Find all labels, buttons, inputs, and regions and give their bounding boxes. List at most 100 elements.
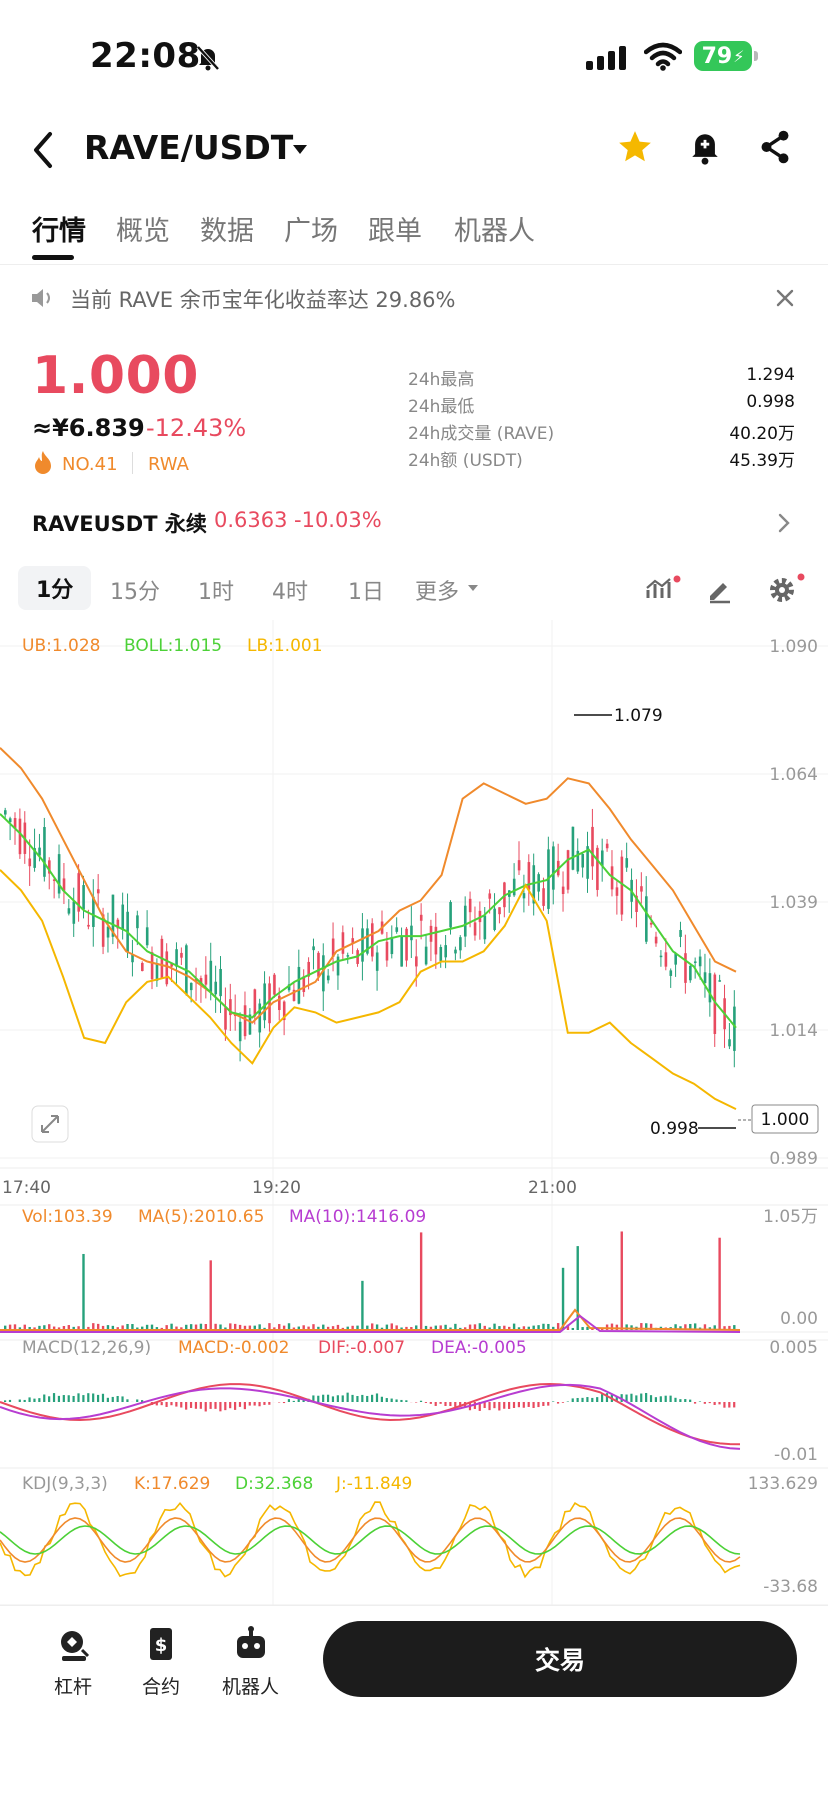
macd-histogram-bar bbox=[415, 1402, 418, 1403]
macd-histogram-bar bbox=[556, 1402, 560, 1404]
contract-icon[interactable]: $ bbox=[146, 1626, 178, 1664]
tab-data[interactable]: 数据 bbox=[200, 209, 254, 248]
candle-body bbox=[444, 945, 447, 958]
back-arrow-icon[interactable] bbox=[28, 130, 58, 170]
candle-body bbox=[297, 966, 301, 1004]
macd-histogram-bar bbox=[640, 1393, 643, 1402]
macd-histogram-bar bbox=[596, 1397, 599, 1402]
macd-histogram-bar bbox=[233, 1402, 237, 1410]
macd-histogram-bar bbox=[317, 1395, 320, 1402]
timeframe-4h[interactable]: 4时 bbox=[272, 574, 308, 606]
candle-body bbox=[214, 981, 218, 995]
macd-histogram-bar bbox=[718, 1402, 721, 1405]
macd-histogram-bar bbox=[728, 1402, 731, 1408]
tab-overview[interactable]: 概览 bbox=[116, 209, 170, 248]
candle-body bbox=[317, 952, 320, 977]
candle-body bbox=[136, 915, 139, 929]
timeframe-1d[interactable]: 1日 bbox=[348, 574, 384, 606]
price-alert-bell-icon[interactable] bbox=[688, 128, 722, 166]
candle-body bbox=[640, 886, 643, 892]
candle-body bbox=[219, 968, 222, 997]
draw-tool-icon[interactable] bbox=[706, 576, 734, 604]
macd-histogram-bar bbox=[419, 1400, 423, 1402]
candle-body bbox=[581, 854, 585, 868]
macd-histogram-bar bbox=[547, 1402, 550, 1406]
announcement-bar[interactable]: 当前 RAVE 余币宝年化收益率达 29.86% bbox=[0, 266, 828, 330]
stat-value-high: 1.294 bbox=[746, 365, 795, 385]
timeframe-1h[interactable]: 1时 bbox=[198, 574, 234, 606]
candle-body bbox=[336, 956, 340, 976]
status-time: 22:08 bbox=[90, 36, 201, 76]
time-tick-1: 17:40 bbox=[2, 1178, 51, 1198]
candle-body bbox=[669, 970, 673, 976]
silent-bell-icon bbox=[196, 45, 220, 71]
chevron-right-icon[interactable] bbox=[776, 512, 792, 534]
pair-title[interactable]: RAVE/USDT bbox=[84, 128, 293, 167]
macd-histogram-bar bbox=[703, 1402, 706, 1404]
macd-histogram-bar bbox=[537, 1402, 540, 1408]
timeframe-15m[interactable]: 15分 bbox=[110, 574, 160, 606]
legend-j: J:-11.849 bbox=[335, 1474, 412, 1494]
volume-bar bbox=[581, 1327, 584, 1330]
leverage-icon[interactable] bbox=[56, 1628, 92, 1664]
candle-body bbox=[326, 975, 330, 981]
caret-down-icon[interactable] bbox=[290, 142, 310, 158]
favorite-star-icon[interactable] bbox=[616, 128, 654, 166]
candle-body bbox=[150, 952, 154, 980]
cellular-signal-icon bbox=[586, 46, 626, 70]
candle-body bbox=[395, 927, 399, 932]
bot-label[interactable]: 机器人 bbox=[222, 1672, 279, 1699]
macd-histogram-bar bbox=[522, 1402, 525, 1408]
macd-histogram-bar bbox=[209, 1402, 212, 1409]
perpetual-name[interactable]: RAVEUSDT 永续 bbox=[32, 508, 207, 538]
candle-body bbox=[689, 965, 692, 981]
stat-label-low: 24h最低 bbox=[408, 397, 475, 417]
candle-body bbox=[424, 946, 428, 965]
perpetual-price: 0.6363 bbox=[214, 508, 288, 532]
tab-copy-trading[interactable]: 跟单 bbox=[368, 209, 422, 248]
sector-tag[interactable]: RWA bbox=[148, 454, 189, 475]
macd-histogram-bar bbox=[258, 1402, 261, 1407]
settings-gear-icon[interactable] bbox=[766, 572, 806, 606]
macd-histogram-bar bbox=[287, 1399, 291, 1402]
svg-text:$: $ bbox=[155, 1635, 168, 1656]
wifi-icon bbox=[644, 42, 682, 71]
candle-body bbox=[18, 818, 22, 855]
candle-body bbox=[155, 963, 159, 981]
kline-chart[interactable]: UB:1.028 BOLL:1.015 LB:1.001 1.090 1.064… bbox=[0, 620, 828, 1605]
macd-histogram-bar bbox=[326, 1394, 330, 1402]
candle-body bbox=[121, 904, 125, 930]
announcement-text: 当前 RAVE 余币宝年化收益率达 29.86% bbox=[70, 288, 456, 312]
leverage-label[interactable]: 杠杆 bbox=[54, 1672, 92, 1699]
trade-button[interactable]: 交易 bbox=[323, 1621, 797, 1697]
macd-histogram-bar bbox=[429, 1402, 432, 1404]
pair-header: RAVE/USDT bbox=[0, 110, 828, 195]
close-icon[interactable] bbox=[774, 287, 796, 309]
timeframe-1m[interactable]: 1分 bbox=[18, 566, 92, 610]
candle-body bbox=[483, 915, 487, 940]
candle-body bbox=[375, 952, 379, 971]
candle-body bbox=[449, 902, 452, 928]
stat-value-turnover: 45.39万 bbox=[729, 451, 795, 471]
macd-histogram-bar bbox=[77, 1393, 80, 1402]
contract-label[interactable]: 合约 bbox=[142, 1672, 180, 1699]
tab-market[interactable]: 行情 bbox=[32, 209, 86, 248]
volume-bar bbox=[718, 1237, 721, 1330]
kdj-d-line bbox=[0, 1525, 741, 1555]
macd-histogram-bar bbox=[121, 1396, 124, 1402]
share-icon[interactable] bbox=[758, 128, 792, 166]
tab-bots[interactable]: 机器人 bbox=[454, 209, 535, 248]
macd-histogram-bar bbox=[92, 1393, 95, 1402]
bot-icon[interactable] bbox=[232, 1626, 270, 1664]
timeframe-more[interactable]: 更多 bbox=[415, 574, 459, 606]
macd-histogram-bar bbox=[713, 1402, 716, 1405]
macd-histogram-bar bbox=[371, 1394, 374, 1402]
macd-histogram-bar bbox=[630, 1393, 633, 1402]
price-tick-4: 1.014 bbox=[769, 1021, 818, 1041]
candle-body bbox=[165, 951, 169, 985]
candle-body bbox=[659, 955, 663, 958]
macd-histogram-bar bbox=[116, 1395, 119, 1402]
indicators-icon[interactable] bbox=[644, 574, 682, 604]
tab-square[interactable]: 广场 bbox=[284, 209, 338, 248]
macd-histogram-bar bbox=[165, 1402, 168, 1407]
